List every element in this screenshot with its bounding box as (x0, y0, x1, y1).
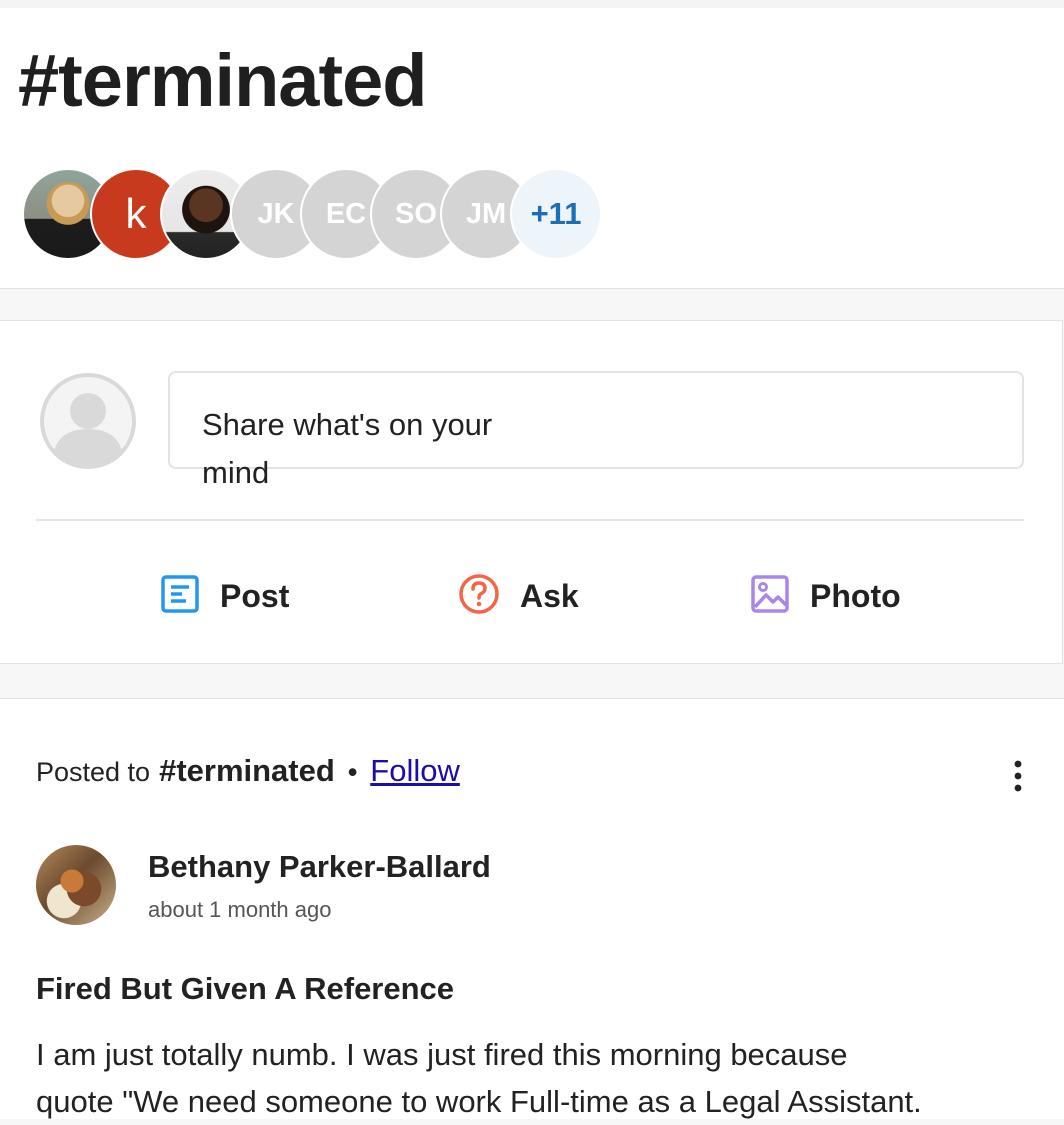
avatar-initials: JM (465, 197, 507, 230)
avatar-initials: SO (395, 197, 437, 230)
avatar-letter: k (125, 190, 147, 237)
more-members-button[interactable]: +11 (510, 168, 602, 260)
post-body: I am just totally numb. I was just fired… (36, 1031, 1046, 1125)
post-body-line: I am just totally numb. I was just fired… (36, 1037, 848, 1072)
photo-label: Photo (810, 577, 901, 614)
author-avatar[interactable] (36, 845, 116, 925)
avatar-initials: JK (257, 197, 295, 230)
question-icon (458, 573, 500, 620)
top-strip (0, 0, 1064, 8)
member-avatars[interactable]: k JK EC SO JM +11 (22, 168, 622, 260)
avatar-initials: EC (325, 197, 367, 230)
hashtag-header: #terminated k JK EC SO JM +11 (0, 8, 1064, 289)
share-placeholder-line: Share what's on your (202, 407, 493, 442)
post-title[interactable]: Fired But Given A Reference (36, 971, 454, 1007)
separator-dot: • (347, 757, 358, 787)
ask-button[interactable]: Ask (458, 571, 579, 621)
share-placeholder-line: mind (202, 455, 270, 490)
posted-tag[interactable]: #terminated (159, 753, 335, 789)
post-timestamp: about 1 month ago (148, 897, 332, 922)
author-name[interactable]: Bethany Parker-Ballard (148, 849, 491, 885)
post-body-line: quote "We need someone to work Full-time… (36, 1084, 922, 1119)
post-button[interactable]: Post (160, 571, 289, 621)
page-title: #terminated (18, 39, 427, 122)
follow-link[interactable]: Follow (370, 753, 460, 789)
post-composer: Share what's on your mind Post Ask Photo (0, 320, 1063, 664)
post-label: Post (220, 577, 290, 614)
post-card: Posted to #terminated • Follow Bethany P… (0, 698, 1064, 1119)
composer-divider (36, 519, 1024, 521)
photo-button[interactable]: Photo (750, 571, 901, 621)
more-members-count: +11 (530, 196, 582, 231)
image-icon (750, 574, 790, 619)
more-options-icon[interactable] (1006, 759, 1030, 795)
post-icon (160, 574, 200, 619)
posted-to-line: Posted to #terminated • Follow (36, 753, 460, 789)
share-placeholder[interactable]: Share what's on your mind (202, 401, 562, 497)
posted-to-label: Posted to (36, 757, 151, 787)
user-avatar-placeholder-icon (40, 373, 136, 469)
ask-label: Ask (520, 577, 579, 614)
